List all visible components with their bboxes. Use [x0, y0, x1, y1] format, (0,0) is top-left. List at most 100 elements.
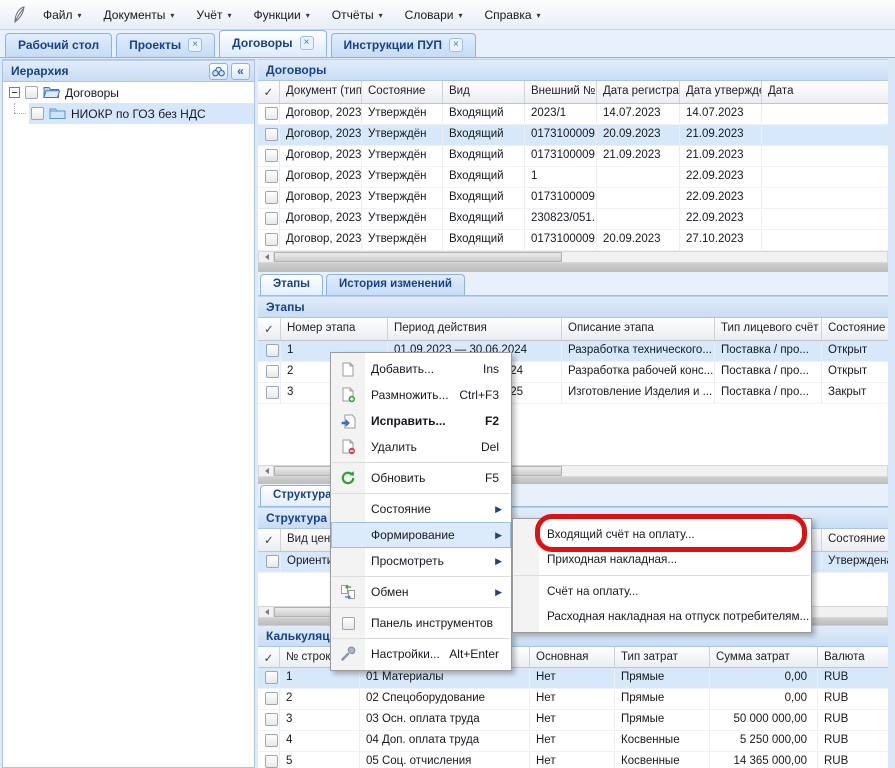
menu-documents[interactable]: Документы▾ — [93, 4, 186, 26]
menu-item-add[interactable]: Добавить... Ins — [331, 356, 511, 382]
tab-contracts[interactable]: Договоры× — [219, 30, 326, 57]
menu-item-edit[interactable]: Исправить... F2 — [331, 408, 511, 434]
row-checkbox-cell[interactable] — [258, 230, 280, 250]
checkbox[interactable] — [265, 755, 278, 768]
checkbox[interactable] — [265, 107, 278, 120]
submenu-item-invoice[interactable]: Счёт на оплату... — [513, 579, 811, 604]
checkbox[interactable] — [266, 365, 279, 378]
column-header-stage-number[interactable]: Номер этапа — [281, 318, 388, 340]
column-header-state[interactable]: Состояние — [822, 529, 888, 551]
table-row[interactable]: 2 02 Спецоборудование Нет Прямые 0,00 RU… — [258, 689, 888, 710]
column-header-external[interactable]: Внешний № — [525, 81, 597, 103]
menu-item-toolbar[interactable]: Панель инструментов — [331, 610, 511, 636]
tree-node-checkbox[interactable] — [25, 86, 38, 99]
table-row[interactable]: 4 04 Доп. оплата труда Нет Косвенные 5 2… — [258, 731, 888, 752]
menu-item-settings[interactable]: Настройки... Alt+Enter — [331, 641, 511, 667]
checkbox[interactable] — [265, 692, 278, 705]
checkbox[interactable] — [265, 233, 278, 246]
row-checkbox-cell[interactable] — [258, 362, 281, 382]
close-icon[interactable]: × — [300, 36, 314, 50]
check-column-header[interactable]: ✓ — [258, 318, 281, 340]
scroll-left-icon[interactable] — [259, 252, 274, 262]
table-row[interactable]: Договор, 2023/... Утверждён Входящий 017… — [258, 188, 888, 209]
column-header-description[interactable]: Описание этапа — [562, 318, 715, 340]
table-row[interactable]: 3 03 Осн. оплата труда Нет Прямые 50 000… — [258, 710, 888, 731]
menu-item-refresh[interactable]: Обновить F5 — [331, 465, 511, 491]
column-header-approve-date[interactable]: Дата утверждения — [680, 81, 762, 103]
menu-dictionaries[interactable]: Словари▾ — [394, 4, 474, 26]
collapse-panel-button[interactable]: « — [231, 63, 250, 80]
checkbox[interactable] — [266, 555, 279, 568]
table-row[interactable]: Договор, 2023/... Утверждён Входящий 230… — [258, 209, 888, 230]
checkbox[interactable] — [265, 713, 278, 726]
row-checkbox-cell[interactable] — [258, 188, 280, 208]
checkbox[interactable] — [265, 149, 278, 162]
tab-desktop[interactable]: Рабочий стол — [5, 33, 112, 57]
tree-collapse-icon[interactable] — [9, 87, 20, 98]
row-checkbox-cell[interactable] — [258, 209, 280, 229]
table-row-selected[interactable]: 1 01 Материалы Нет Прямые 0,00 RUB — [258, 668, 888, 689]
tab-projects[interactable]: Проекты× — [116, 33, 215, 57]
row-checkbox-cell[interactable] — [258, 710, 280, 730]
scroll-left-icon[interactable] — [259, 607, 274, 617]
menu-reports[interactable]: Отчёты▾ — [321, 4, 394, 26]
column-header-main[interactable]: Основная — [530, 647, 615, 667]
row-checkbox-cell[interactable] — [258, 689, 280, 709]
submenu-item-outgoing-waybill[interactable]: Расходная накладная на отпуск потребител… — [513, 604, 811, 629]
splitter[interactable] — [258, 263, 888, 272]
column-header-cost-sum[interactable]: Сумма затрат — [710, 647, 818, 667]
menu-item-duplicate[interactable]: Размножить... Ctrl+F3 — [331, 382, 511, 408]
row-checkbox-cell[interactable] — [258, 146, 280, 166]
tree-node-checkbox[interactable] — [31, 107, 44, 120]
checkbox[interactable] — [265, 128, 278, 141]
tree-node-contracts[interactable]: Договоры — [3, 82, 254, 103]
menu-item-exchange[interactable]: Обмен ▶ — [331, 579, 511, 605]
contracts-hscrollbar[interactable] — [258, 251, 888, 263]
column-header-kind[interactable]: Вид — [443, 81, 525, 103]
row-checkbox-cell[interactable] — [258, 167, 280, 187]
row-checkbox-cell[interactable] — [258, 668, 280, 688]
tab-stages[interactable]: Этапы — [260, 274, 323, 295]
checkbox[interactable] — [265, 671, 278, 684]
tab-instructions[interactable]: Инструкции ПУП× — [331, 33, 476, 57]
column-header-state[interactable]: Состояние — [362, 81, 443, 103]
column-header-account-type[interactable]: Тип лицевого счёт — [715, 318, 822, 340]
column-header-cost-type[interactable]: Тип затрат — [615, 647, 710, 667]
check-column-header[interactable]: ✓ — [258, 81, 280, 103]
row-checkbox-cell[interactable] — [258, 383, 281, 403]
row-checkbox-cell[interactable] — [258, 731, 280, 751]
column-header-date[interactable]: Дата — [762, 81, 888, 103]
row-checkbox-cell[interactable] — [258, 552, 281, 572]
tab-history[interactable]: История изменений — [326, 274, 465, 295]
checkbox[interactable] — [265, 212, 278, 225]
checkbox[interactable] — [265, 734, 278, 747]
checkbox[interactable] — [266, 386, 279, 399]
menu-item-state[interactable]: Состояние ▶ — [331, 496, 511, 522]
checkbox[interactable] — [265, 191, 278, 204]
close-icon[interactable]: × — [188, 38, 202, 52]
column-header-reg-date[interactable]: Дата регистрации. — [597, 81, 680, 103]
scrollbar-thumb[interactable] — [274, 252, 562, 262]
check-column-header[interactable]: ✓ — [258, 529, 281, 551]
table-row[interactable]: Договор, 2023/... Утверждён Входящий 017… — [258, 146, 888, 167]
menu-accounting[interactable]: Учёт▾ — [185, 4, 242, 26]
column-header-period[interactable]: Период действия — [388, 318, 562, 340]
scroll-left-icon[interactable] — [259, 466, 274, 476]
menu-item-delete[interactable]: Удалить Del — [331, 434, 511, 460]
checkbox[interactable] — [265, 170, 278, 183]
checkbox[interactable] — [266, 344, 279, 357]
column-header-document[interactable]: Документ (тип, № — [280, 81, 362, 103]
close-icon[interactable]: × — [449, 38, 463, 52]
table-row-selected[interactable]: Договор, 2023/... Утверждён Входящий 017… — [258, 125, 888, 146]
menu-help[interactable]: Справка▾ — [473, 4, 551, 26]
row-checkbox-cell[interactable] — [258, 125, 280, 145]
row-checkbox-cell[interactable] — [258, 341, 281, 361]
tree-node-niokr[interactable]: НИОКР по ГОЗ без НДС — [29, 103, 254, 124]
table-row[interactable]: Договор, 2023/... Утверждён Входящий 202… — [258, 104, 888, 125]
table-row[interactable]: Договор, 2023/... Утверждён Входящий 017… — [258, 230, 888, 251]
menu-item-forming[interactable]: Формирование ▶ — [331, 522, 511, 548]
table-row[interactable]: 5 05 Соц. отчисления Нет Косвенные 14 36… — [258, 752, 888, 768]
table-row[interactable]: Договор, 2023/... Утверждён Входящий 1 2… — [258, 167, 888, 188]
check-column-header[interactable]: ✓ — [258, 647, 280, 667]
row-checkbox-cell[interactable] — [258, 104, 280, 124]
